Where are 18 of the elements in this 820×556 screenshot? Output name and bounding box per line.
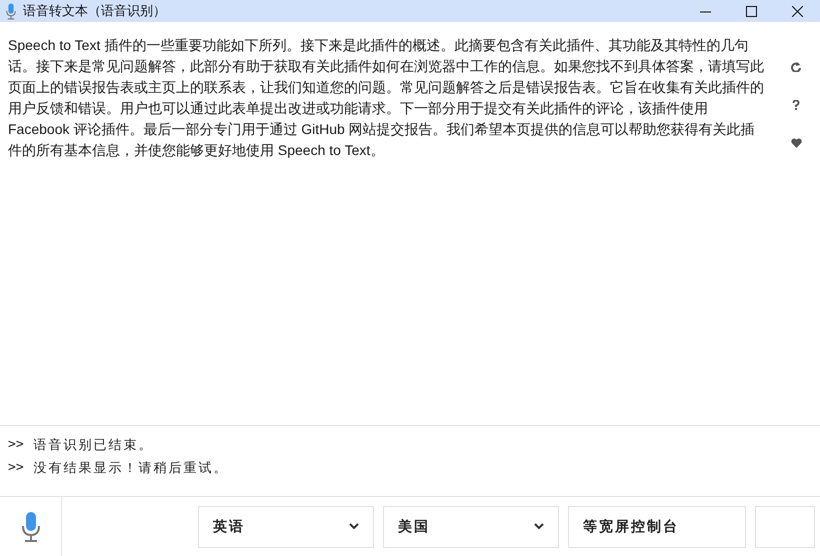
log-line: 没有结果显示！请稍后重试。 bbox=[34, 459, 229, 477]
result-text: Speech to Text 插件的一些重要功能如下所列。接下来是此插件的概述。此摘要包含有关此插件、其功能及其特性的几句话。接下来是常见问题解答，此部分有助于获取有关此插件如何在浏览器中工作的信息。如果您找不到具体答案，请填写此页面上的错误报告表或主页上的联系表，让我们知道您的问题。常见问题解答之后是错误报告表。它旨在收集有关此插件的用户反馈和错误。用户也可以通过此表单提出改进或功能请求。下一部分用于提交有关此插件的评论，该插件使用 Facebook 评论插件。最后一部分专门用于通过 GitHub 网站提交报告。我们希望本页提供的信息可以帮助您获得有关此插件的所有基本信息，并使您能够更好地使用 Speech to Text。 bbox=[7, 36, 765, 160]
chevron-down-icon bbox=[534, 523, 544, 530]
console-button[interactable]: 等宽屏控制台 bbox=[568, 506, 746, 548]
language-select[interactable]: 美国 bbox=[383, 506, 559, 548]
log-line: 语音识别已结束。 bbox=[34, 436, 154, 454]
refresh-icon[interactable] bbox=[791, 62, 801, 72]
microphone-icon bbox=[20, 510, 40, 542]
heart-icon[interactable] bbox=[790, 138, 802, 148]
close-icon bbox=[792, 6, 802, 16]
language-select[interactable]: 英语 bbox=[198, 506, 374, 548]
window-title: 语音转文本（语音识别） bbox=[23, 2, 166, 20]
microphone-icon bbox=[5, 2, 17, 20]
log-prompt: >> bbox=[8, 459, 24, 477]
maximize-icon bbox=[746, 6, 756, 16]
log-prompt: >> bbox=[8, 436, 24, 454]
chevron-down-icon bbox=[349, 523, 359, 530]
help-icon[interactable] bbox=[792, 100, 800, 110]
